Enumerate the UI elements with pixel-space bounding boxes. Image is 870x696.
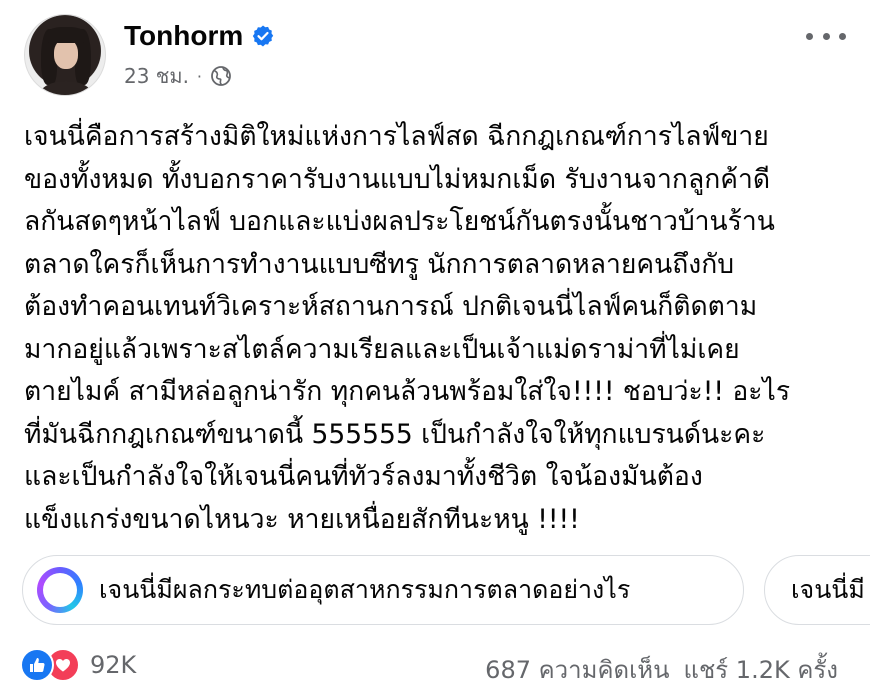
post-meta: 23 ชม. ·: [124, 60, 232, 92]
shares-count[interactable]: แชร์ 1.2K ครั้ง: [684, 650, 838, 689]
post-text-line: ตายไมค์ สามีหล่อลูกน่ารัก ทุกคนล้วนพร้อม…: [24, 376, 791, 407]
post-text-line: ลกันสดๆหน้าไลฟ์ บอกและแบ่งผลประโยชน์กันต…: [24, 206, 775, 237]
reactions-count: 92K: [90, 651, 137, 679]
suggestion-chip[interactable]: เจนนี่มีผลกระทบต่ออุตสาหกรรมการตลาดอย่าง…: [22, 555, 744, 625]
post-text-line: ของทั้งหมด ทั้งบอกราคารับงานแบบไม่หมกเม็…: [24, 163, 771, 195]
meta-separator: ·: [196, 66, 203, 86]
avatar-fringe: [47, 27, 85, 43]
like-icon: [20, 648, 54, 682]
more-dot: [822, 32, 830, 40]
avatar-face: [54, 39, 78, 69]
post-text-line: ที่มันฉีกกฎเกณฑ์ขนาดนี้ 555555 เป็นกำลัง…: [24, 418, 766, 450]
engagement-stats: 687 ความคิดเห็น แชร์ 1.2K ครั้ง: [485, 650, 838, 689]
ai-suggestions: เจนนี่มีผลกระทบต่ออุตสาหกรรมการตลาดอย่าง…: [22, 555, 870, 625]
post-text-line: ต้องทำคอนเทนท์วิเคราะห์สถานการณ์ ปกติเจน…: [24, 291, 758, 322]
post-text-line: ตลาดใครก็เห็นการทำงานแบบซีทรู นักการตลาด…: [24, 248, 735, 280]
post-text-line: มากอยู่แล้วเพราะสไตล์ความเรียลและเป็นเจ้…: [24, 333, 740, 365]
post-text-line: แข็งแกร่งขนาดไหนวะ หายเหนื่อยสักทีนะหนู …: [24, 503, 580, 535]
suggestion-label: เจนนี่มีผลกระทบต่ออุตสาหกรรมการตลาดอย่าง…: [99, 575, 631, 604]
post-footer: 92K 687 ความคิดเห็น แชร์ 1.2K ครั้ง: [20, 648, 850, 688]
reactions-summary[interactable]: 92K: [20, 648, 136, 682]
post-time[interactable]: 23 ชม.: [124, 60, 189, 92]
post-text-line: และเป็นกำลังใจให้เจนนี่คนที่ทัวร์ลงมาทั้…: [24, 461, 703, 492]
suggestion-chip[interactable]: เจนนี่มี: [764, 555, 870, 625]
author-name[interactable]: Tonhorm: [124, 20, 243, 52]
suggestion-label: เจนนี่มี: [791, 575, 865, 604]
globe-icon[interactable]: [210, 65, 232, 87]
verified-badge-icon: [251, 24, 275, 48]
post-header: Tonhorm 23 ชม. ·: [24, 14, 854, 96]
author-row: Tonhorm: [124, 20, 275, 52]
more-dot: [839, 32, 846, 40]
post-text: เจนนี่คือการสร้างมิติใหม่แห่งการไลฟ์สด ฉ…: [24, 116, 854, 541]
post-text-line: เจนนี่คือการสร้างมิติใหม่แห่งการไลฟ์สด ฉ…: [24, 121, 769, 152]
meta-ai-icon: [37, 567, 83, 613]
more-options-icon[interactable]: [806, 26, 846, 46]
more-dot: [806, 32, 813, 40]
comments-count[interactable]: 687 ความคิดเห็น: [485, 650, 669, 689]
avatar[interactable]: [24, 14, 106, 96]
